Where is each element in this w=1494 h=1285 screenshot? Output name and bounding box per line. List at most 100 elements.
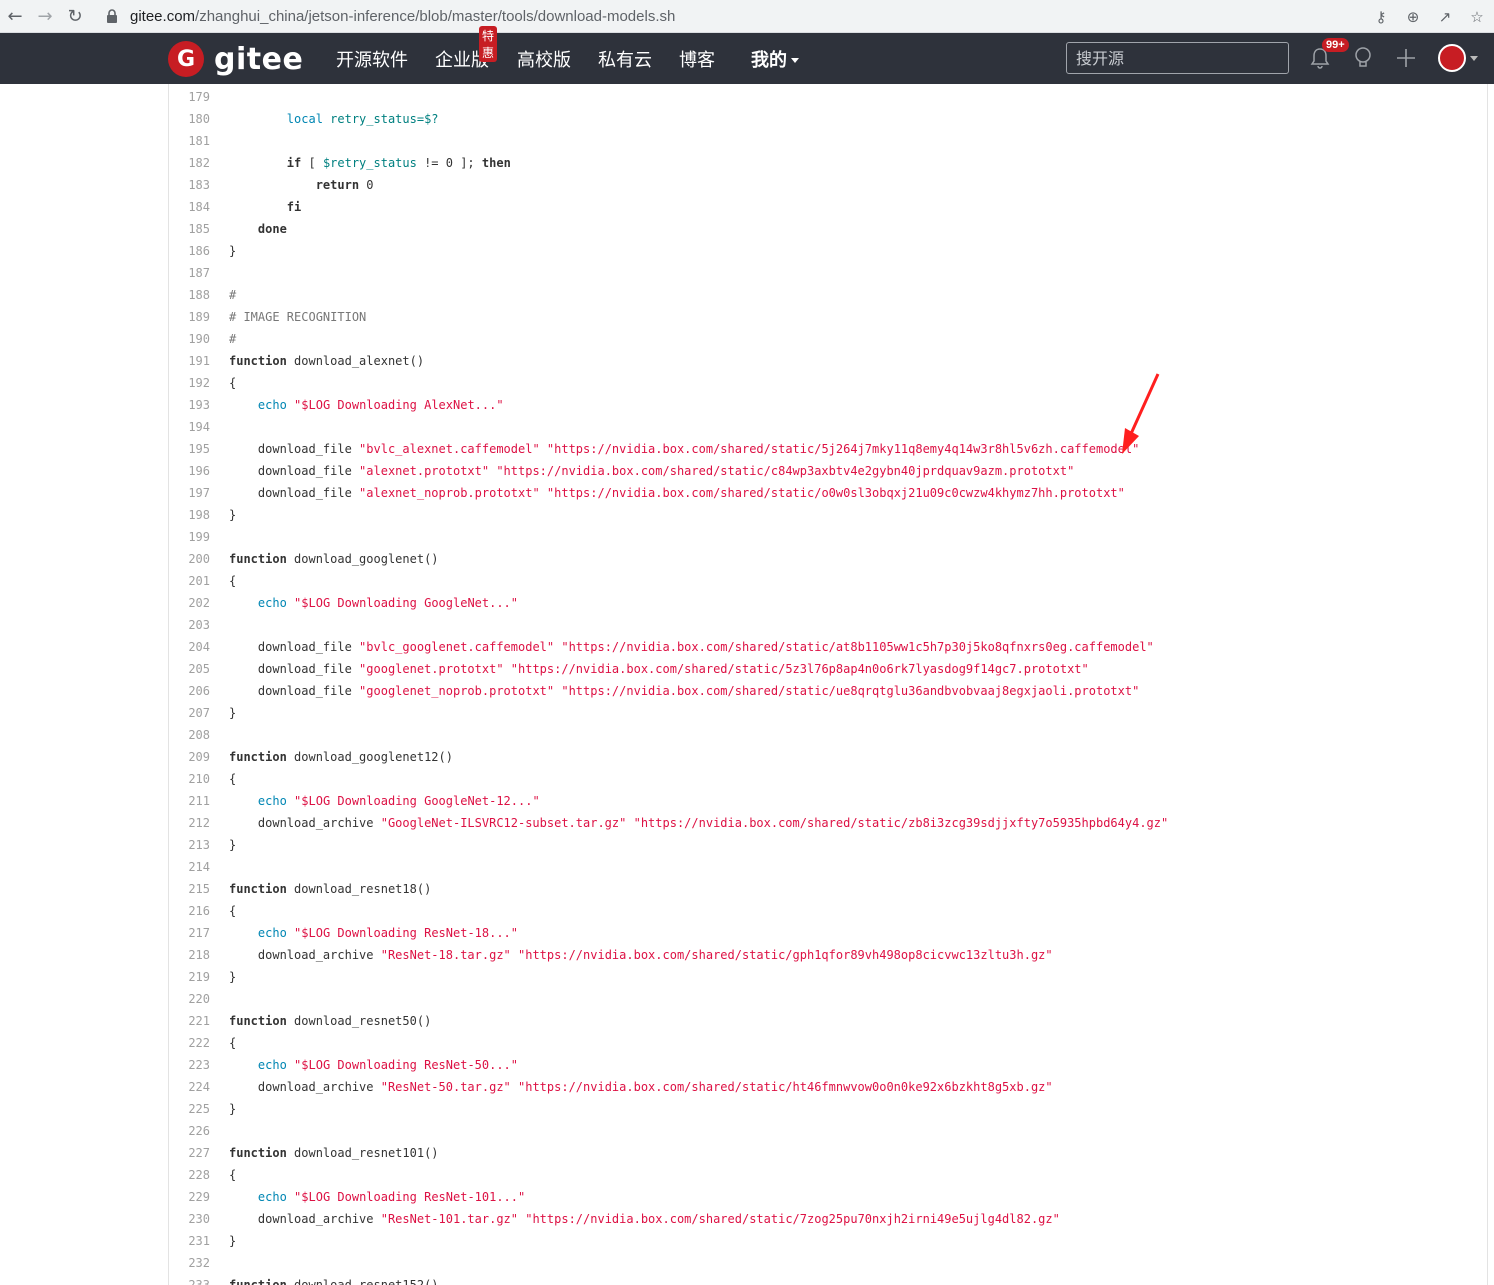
line-number[interactable]: 192 — [169, 372, 210, 394]
line-number[interactable]: 209 — [169, 746, 210, 768]
line-number[interactable]: 223 — [169, 1054, 210, 1076]
line-number[interactable]: 210 — [169, 768, 210, 790]
line-number[interactable]: 197 — [169, 482, 210, 504]
line-number[interactable]: 224 — [169, 1076, 210, 1098]
line-number[interactable]: 212 — [169, 812, 210, 834]
line-source: echo "$LOG Downloading AlexNet..." — [229, 394, 504, 416]
nav-enterprise[interactable]: 企业版 特惠 — [435, 25, 498, 72]
line-number[interactable]: 219 — [169, 966, 210, 988]
line-number[interactable]: 226 — [169, 1120, 210, 1142]
address-bar[interactable]: gitee.com/zhanghui_china/jetson-inferenc… — [104, 2, 1354, 30]
code-token: } — [229, 244, 237, 258]
reload-icon[interactable]: ↻ — [60, 2, 90, 30]
line-number[interactable]: 225 — [169, 1098, 210, 1120]
line-number[interactable]: 207 — [169, 702, 210, 724]
line-number[interactable]: 203 — [169, 614, 210, 636]
nav-university[interactable]: 高校版 — [517, 46, 571, 72]
line-number[interactable]: 182 — [169, 152, 210, 174]
line-number[interactable]: 205 — [169, 658, 210, 680]
line-number[interactable]: 213 — [169, 834, 210, 856]
line-number[interactable]: 222 — [169, 1032, 210, 1054]
code-token: function — [229, 750, 287, 764]
code-token: # — [229, 288, 237, 302]
nav-mine[interactable]: 我的 — [751, 46, 799, 72]
line-number[interactable]: 188 — [169, 284, 210, 306]
line-number[interactable]: 183 — [169, 174, 210, 196]
code-line: 211 echo "$LOG Downloading GoogleNet-12.… — [169, 790, 1487, 812]
line-number[interactable]: 195 — [169, 438, 210, 460]
line-number[interactable]: 229 — [169, 1186, 210, 1208]
code-token: "googlenet_noprob.prototxt" — [359, 684, 555, 698]
code-line: 181 — [169, 130, 1487, 152]
line-number[interactable]: 202 — [169, 592, 210, 614]
zoom-icon[interactable]: ⊕ — [1402, 8, 1424, 26]
line-number[interactable]: 214 — [169, 856, 210, 878]
nav-blog[interactable]: 博客 — [679, 46, 715, 72]
plus-icon[interactable] — [1393, 45, 1419, 71]
avatar[interactable] — [1438, 44, 1466, 72]
code-line: 192 { — [169, 372, 1487, 394]
line-number[interactable]: 199 — [169, 526, 210, 548]
code-line: 214 — [169, 856, 1487, 878]
forward-icon[interactable]: → — [30, 2, 60, 30]
code-token: "https://nvidia.box.com/shared/static/o0… — [546, 486, 1125, 500]
line-number[interactable]: 211 — [169, 790, 210, 812]
code-line: 221 function download_resnet50() — [169, 1010, 1487, 1032]
line-number[interactable]: 227 — [169, 1142, 210, 1164]
back-icon[interactable]: ← — [0, 2, 30, 30]
avatar-chevron-down-icon[interactable] — [1470, 56, 1478, 61]
code-token: "$LOG Downloading GoogleNet..." — [294, 596, 519, 610]
line-number[interactable]: 215 — [169, 878, 210, 900]
line-number[interactable]: 232 — [169, 1252, 210, 1274]
line-number[interactable]: 180 — [169, 108, 210, 130]
line-number[interactable]: 189 — [169, 306, 210, 328]
code-token: then — [481, 156, 511, 170]
line-source: echo "$LOG Downloading ResNet-50..." — [229, 1054, 518, 1076]
key-icon[interactable]: ⚷ — [1370, 8, 1392, 26]
line-source: download_archive "GoogleNet-ILSVRC12-sub… — [229, 812, 1168, 834]
line-source: download_file "alexnet_noprob.prototxt" … — [229, 482, 1125, 504]
line-number[interactable]: 179 — [169, 86, 210, 108]
line-number[interactable]: 230 — [169, 1208, 210, 1230]
lightbulb-icon[interactable] — [1350, 45, 1376, 71]
line-number[interactable]: 190 — [169, 328, 210, 350]
line-number[interactable]: 206 — [169, 680, 210, 702]
line-number[interactable]: 198 — [169, 504, 210, 526]
line-number[interactable]: 221 — [169, 1010, 210, 1032]
code-line: 204 download_file "bvlc_googlenet.caffem… — [169, 636, 1487, 658]
line-number[interactable]: 187 — [169, 262, 210, 284]
search-input[interactable] — [1067, 43, 1288, 73]
line-number[interactable]: 191 — [169, 350, 210, 372]
line-number[interactable]: 196 — [169, 460, 210, 482]
line-number[interactable]: 186 — [169, 240, 210, 262]
line-number[interactable]: 194 — [169, 416, 210, 438]
nav-private-cloud[interactable]: 私有云 — [598, 46, 652, 72]
line-number[interactable]: 201 — [169, 570, 210, 592]
line-number[interactable]: 181 — [169, 130, 210, 152]
line-number[interactable]: 204 — [169, 636, 210, 658]
line-number[interactable]: 184 — [169, 196, 210, 218]
line-number[interactable]: 217 — [169, 922, 210, 944]
line-number[interactable]: 220 — [169, 988, 210, 1010]
line-number[interactable]: 231 — [169, 1230, 210, 1252]
line-number[interactable]: 216 — [169, 900, 210, 922]
line-number[interactable]: 228 — [169, 1164, 210, 1186]
line-number[interactable]: 218 — [169, 944, 210, 966]
gitee-logo[interactable]: G gitee — [168, 41, 303, 77]
bookmark-star-icon[interactable]: ☆ — [1466, 8, 1488, 26]
share-icon[interactable]: ↗ — [1434, 8, 1456, 26]
nav-open-source[interactable]: 开源软件 — [336, 46, 408, 72]
line-number[interactable]: 193 — [169, 394, 210, 416]
line-number[interactable]: 200 — [169, 548, 210, 570]
code-line: 179 — [169, 86, 1487, 108]
line-number[interactable]: 233 — [169, 1274, 210, 1285]
code-token: function — [229, 882, 287, 896]
code-line: 189 # IMAGE RECOGNITION — [169, 306, 1487, 328]
line-number[interactable]: 208 — [169, 724, 210, 746]
line-number[interactable]: 185 — [169, 218, 210, 240]
code-line: 200 function download_googlenet() — [169, 548, 1487, 570]
